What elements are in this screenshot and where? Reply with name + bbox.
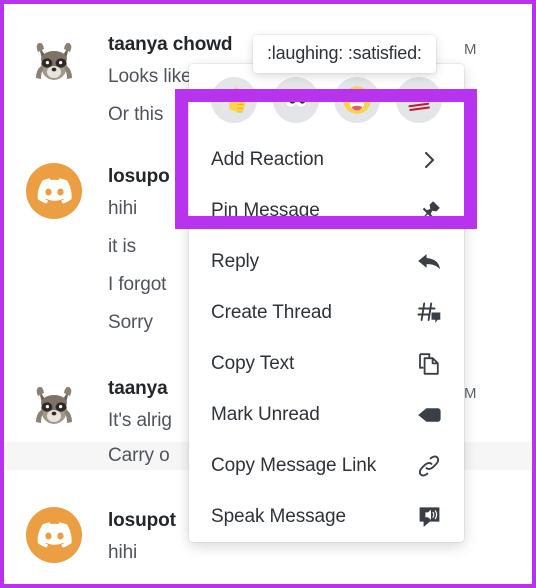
menu-item-label: Speak Message [211,505,346,527]
menu-item-label: Pin Message [211,199,320,221]
menu-item-copy-message-link[interactable]: Copy Message Link [189,440,464,491]
message-timestamp: M [464,385,477,402]
message-author-name[interactable]: losupot [108,510,176,532]
message-text: hihi [108,542,138,563]
message-text: It's alrig [108,410,172,431]
laughing-emoji-button[interactable] [334,77,381,123]
menu-item-label: Copy Text [211,352,295,374]
menu-item-label: Mark Unread [211,403,320,425]
message-text: Sorry [108,312,153,333]
mark-unread-icon [416,402,442,428]
menu-item-label: Add Reaction [211,148,324,170]
raccoon-avatar[interactable] [26,380,82,436]
hundred-points-emoji-button[interactable]: 100 [396,77,443,123]
svg-text:100: 100 [408,89,428,104]
message-text: it is [108,236,137,257]
menu-item-label: Reply [211,250,260,272]
message-author-name[interactable]: taanya [108,378,168,400]
pushpin-icon [416,198,442,224]
reply-arrow-icon [416,249,442,275]
message-text: Or this [108,104,164,125]
speaker-icon [416,504,442,530]
chevron-right-icon [416,147,442,173]
menu-item-label: Copy Message Link [211,454,377,476]
emoji-name-tooltip: :laughing: :satisfied: [253,35,436,73]
menu-item-add-reaction[interactable]: Add Reaction [189,134,464,185]
message-timestamp: M [464,41,477,58]
message-text: hihi [108,198,138,219]
thumbs-up-emoji-button[interactable] [210,77,257,123]
menu-item-create-thread[interactable]: Create Thread [189,287,464,338]
copy-icon [416,351,442,377]
raccoon-avatar[interactable] [26,36,82,92]
thread-hash-icon [416,300,442,326]
eyes-emoji-button[interactable] [272,77,319,123]
message-author-name[interactable]: losupo [108,166,170,188]
message-text: I forgot [108,274,167,295]
quick-reaction-row: 100 [189,64,464,134]
menu-item-reply[interactable]: Reply [189,236,464,287]
link-icon [416,453,442,479]
annotated-screenshot-frame: taanya chowd M Looks like you Or this lo… [0,0,536,588]
menu-item-copy-text[interactable]: Copy Text [189,338,464,389]
menu-item-pin-message[interactable]: Pin Message [189,185,464,236]
message-context-menu: 100 Add Reaction Pin Message Reply Creat… [189,64,464,542]
menu-item-label: Create Thread [211,301,332,323]
discord-logo-avatar[interactable] [26,163,82,219]
message-author-name[interactable]: taanya chowd [108,34,233,56]
discord-logo-avatar[interactable] [26,507,82,563]
menu-item-mark-unread[interactable]: Mark Unread [189,389,464,440]
menu-item-speak-message[interactable]: Speak Message [189,491,464,542]
